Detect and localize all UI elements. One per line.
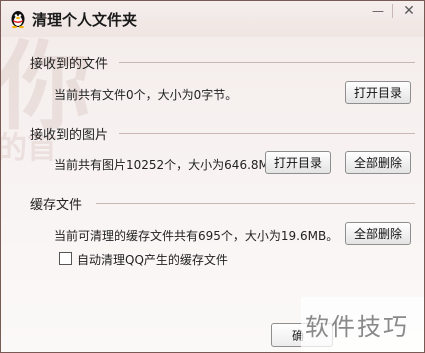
delete-all-images-button[interactable]: 全部删除 xyxy=(345,151,411,174)
close-button[interactable]: ✕ xyxy=(395,1,423,21)
delete-all-cache-button[interactable]: 全部删除 xyxy=(345,222,411,245)
minimize-button[interactable]: — xyxy=(364,1,392,21)
received-files-title: 接收到的文件 xyxy=(30,57,109,72)
qq-penguin-icon xyxy=(8,9,28,29)
received-images-title: 接收到的图片 xyxy=(30,128,109,143)
close-icon: ✕ xyxy=(403,3,415,19)
minimize-icon: — xyxy=(372,4,384,18)
auto-clean-checkbox[interactable] xyxy=(59,252,72,265)
received-images-info: 当前共有图片10252个，大小为646.8MB。 xyxy=(54,158,290,172)
auto-clean-label[interactable]: 自动清理QQ产生的缓存文件 xyxy=(77,251,228,268)
cache-files-title: 缓存文件 xyxy=(30,198,83,213)
title-button-divider xyxy=(392,4,393,18)
cache-files-info: 当前可清理的缓存文件共有695个，大小为19.6MB。 xyxy=(54,229,339,243)
section-divider xyxy=(119,62,415,63)
open-images-dir-button[interactable]: 打开目录 xyxy=(265,151,331,174)
open-files-dir-button[interactable]: 打开目录 xyxy=(345,81,411,104)
window-title: 清理个人文件夹 xyxy=(32,11,138,29)
received-files-info: 当前共有文件0个，大小为0字节。 xyxy=(54,88,238,102)
title-bar: 清理个人文件夹 — ✕ xyxy=(1,1,424,37)
watermark-text: 软件技巧 xyxy=(305,313,409,341)
section-divider xyxy=(96,203,415,204)
cleanup-dialog: 你 的首 清理个人文件夹 — ✕ 接收到的文件 当前共有文件0个，大小为0字节。 xyxy=(0,0,425,353)
section-divider xyxy=(119,133,415,134)
